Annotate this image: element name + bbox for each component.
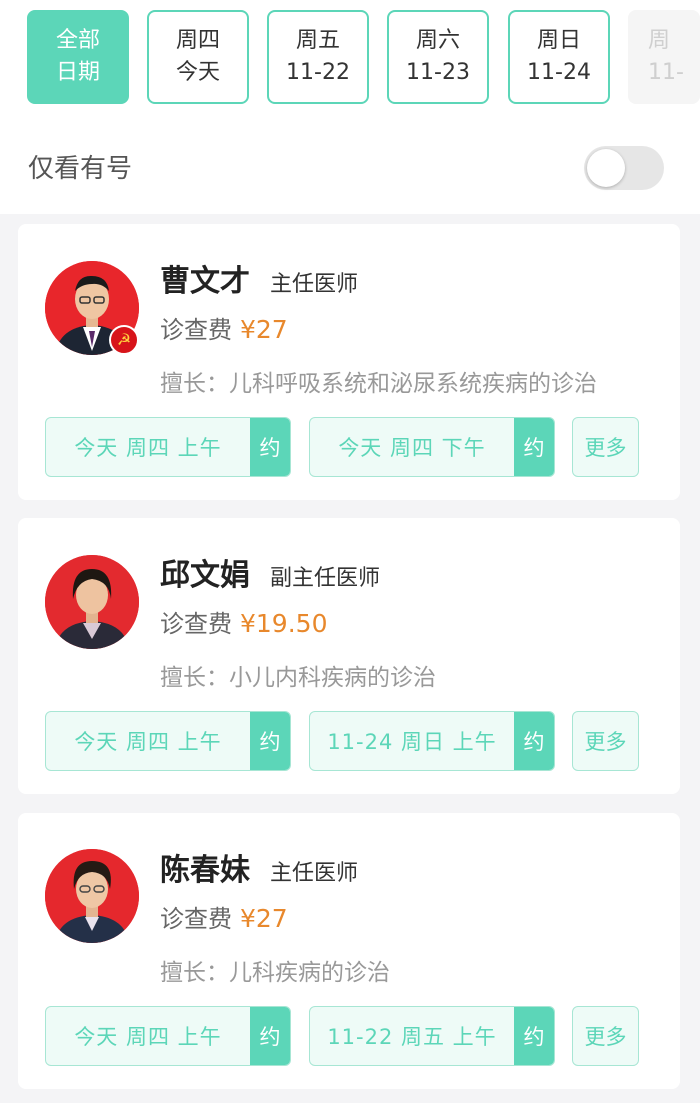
fee-label: 诊查费	[160, 316, 232, 344]
doctor-card[interactable]: ☭ 曹文才 主任医师 诊查费 ¥27 擅长：儿科呼吸系统和泌尿系统疾病的诊治 今…	[18, 224, 680, 500]
book-button[interactable]: 约	[514, 1007, 554, 1065]
fee-amount: ¥19.50	[240, 609, 328, 638]
slot-time: 今天 周四 上午	[74, 436, 222, 460]
date-chip-saturday[interactable]: 周六 11-23	[387, 10, 489, 104]
date-chip-line2: 日期	[55, 60, 100, 85]
appointment-slot[interactable]: 今天 周四 下午 约	[309, 417, 555, 477]
fee-row: 诊查费 ¥19.50	[160, 604, 327, 639]
date-chip-line1: 周六	[415, 28, 460, 53]
book-button[interactable]: 约	[514, 418, 554, 476]
toggle-knob	[587, 149, 625, 187]
doctor-specialty: 擅长：儿科疾病的诊治	[160, 960, 390, 986]
date-chip-line1: 周五	[295, 28, 340, 53]
fee-amount: ¥27	[240, 904, 288, 933]
slot-time: 今天 周四 上午	[74, 730, 222, 754]
date-chip-line2: 11-	[648, 60, 684, 85]
availability-toggle[interactable]	[584, 146, 664, 190]
date-selector: 全部 日期 周四 今天 周五 11-22 周六 11-23 周日 11-24 周…	[0, 10, 700, 106]
party-emblem-icon: ☭	[109, 325, 139, 355]
doctor-title: 副主任医师	[270, 566, 381, 591]
appointment-slot[interactable]: 今天 周四 上午 约	[45, 417, 291, 477]
availability-filter-label: 仅看有号	[28, 154, 133, 184]
fee-row: 诊查费 ¥27	[160, 310, 288, 345]
doctor-title: 主任医师	[270, 272, 359, 297]
fee-row: 诊查费 ¥27	[160, 899, 288, 934]
date-chip-line1: 周四	[175, 28, 220, 53]
fee-label: 诊查费	[160, 905, 232, 933]
slot-time: 今天 周四 下午	[338, 436, 486, 460]
date-chip-thursday[interactable]: 周四 今天	[147, 10, 249, 104]
filter-panel: 全部 日期 周四 今天 周五 11-22 周六 11-23 周日 11-24 周…	[0, 0, 700, 214]
doctor-name: 曹文才	[160, 264, 250, 299]
date-chip-next-partial[interactable]: 周 11-	[628, 10, 700, 104]
doctor-name: 邱文娟	[160, 558, 250, 593]
date-chip-line1: 周	[648, 28, 671, 53]
doctor-avatar	[45, 555, 139, 649]
doctor-card[interactable]: 陈春妹 主任医师 诊查费 ¥27 擅长：儿科疾病的诊治 今天 周四 上午 约 1…	[18, 813, 680, 1089]
date-chip-sunday[interactable]: 周日 11-24	[508, 10, 610, 104]
date-chip-line1: 全部	[55, 28, 100, 53]
fee-label: 诊查费	[160, 610, 232, 638]
doctor-specialty: 擅长：儿科呼吸系统和泌尿系统疾病的诊治	[160, 371, 597, 397]
date-chip-line2: 今天	[175, 60, 220, 85]
book-button[interactable]: 约	[250, 418, 290, 476]
doctor-card[interactable]: 邱文娟 副主任医师 诊查费 ¥19.50 擅长：小儿内科疾病的诊治 今天 周四 …	[18, 518, 680, 794]
more-slots-button[interactable]: 更多	[572, 711, 639, 771]
doctor-title: 主任医师	[270, 861, 359, 886]
doctor-specialty: 擅长：小儿内科疾病的诊治	[160, 665, 436, 691]
date-chip-line2: 11-22	[286, 60, 350, 85]
date-chip-all[interactable]: 全部 日期	[27, 10, 129, 104]
book-button[interactable]: 约	[250, 712, 290, 770]
date-chip-line2: 11-23	[406, 60, 470, 85]
more-slots-button[interactable]: 更多	[572, 417, 639, 477]
appointment-slot[interactable]: 今天 周四 上午 约	[45, 1006, 291, 1066]
doctor-name: 陈春妹	[160, 853, 250, 888]
fee-amount: ¥27	[240, 315, 288, 344]
book-button[interactable]: 约	[250, 1007, 290, 1065]
book-button[interactable]: 约	[514, 712, 554, 770]
appointment-slot[interactable]: 11-24 周日 上午 约	[309, 711, 555, 771]
slot-time: 11-24 周日 上午	[327, 730, 497, 754]
slot-time: 今天 周四 上午	[74, 1025, 222, 1049]
appointment-slot[interactable]: 11-22 周五 上午 约	[309, 1006, 555, 1066]
doctor-avatar	[45, 849, 139, 943]
more-slots-button[interactable]: 更多	[572, 1006, 639, 1066]
date-chip-line1: 周日	[536, 28, 581, 53]
appointment-slot[interactable]: 今天 周四 上午 约	[45, 711, 291, 771]
date-chip-friday[interactable]: 周五 11-22	[267, 10, 369, 104]
slot-time: 11-22 周五 上午	[327, 1025, 497, 1049]
date-chip-line2: 11-24	[527, 60, 591, 85]
